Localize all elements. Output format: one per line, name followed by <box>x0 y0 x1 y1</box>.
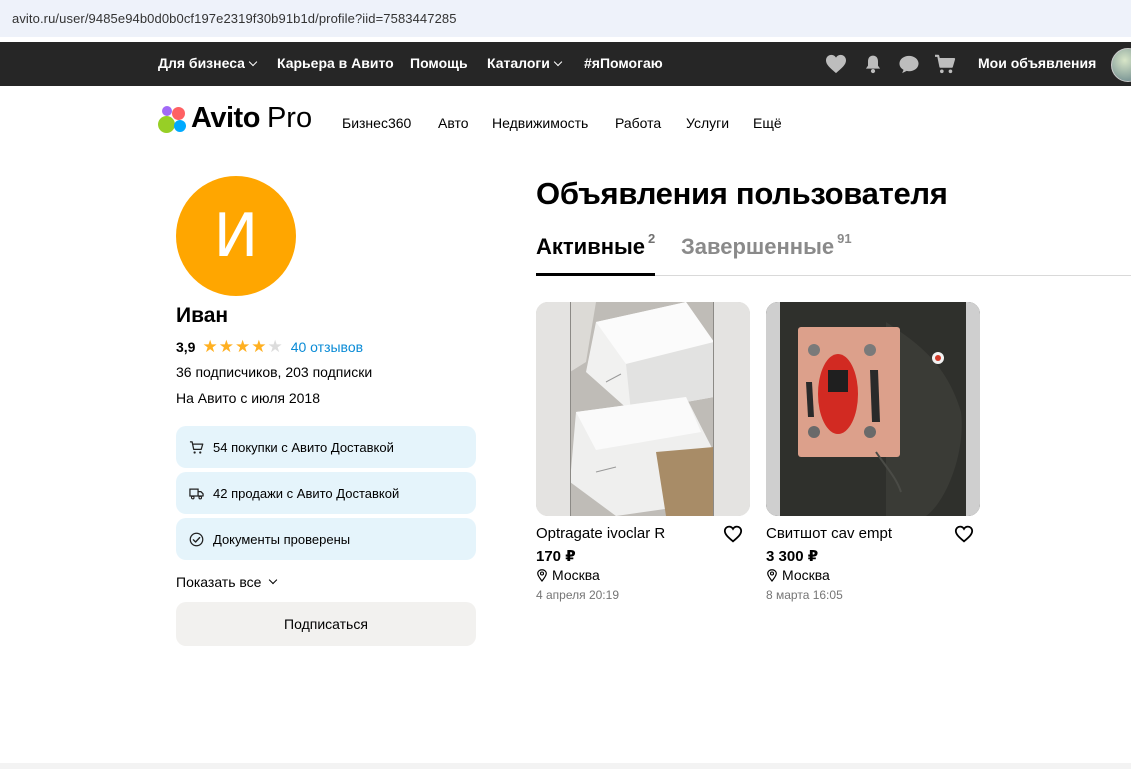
rating-value: 3,9 <box>176 338 196 355</box>
badge-sales[interactable]: 42 продажи с Авито Доставкой <box>176 472 476 514</box>
truck-icon <box>189 488 204 499</box>
topnav-business-label: Для бизнеса <box>158 55 245 71</box>
badge-purchases[interactable]: 54 покупки с Авито Доставкой <box>176 426 476 468</box>
tab-completed[interactable]: Завершенные 91 <box>681 231 852 260</box>
tab-active-count: 2 <box>648 231 656 246</box>
listing-image[interactable] <box>766 302 980 516</box>
listing-title[interactable]: Свитшот cav empt <box>766 525 892 542</box>
tab-completed-label: Завершенные <box>681 234 835 259</box>
listing-title[interactable]: Optragate ivoclar R <box>536 525 665 542</box>
show-all-label: Показать все <box>176 574 262 590</box>
listings-title: Объявления пользователя <box>536 176 948 211</box>
member-since-text: На Авито с июля 2018 <box>176 390 320 406</box>
cart-icon <box>189 440 204 454</box>
badge-documents-text: Документы проверены <box>213 531 351 547</box>
star-filled-icon: ★ <box>234 337 251 356</box>
heart-icon[interactable] <box>825 54 847 74</box>
topnav-ya-pomogayu-label: #яПомогаю <box>584 55 663 71</box>
topnav-business[interactable]: Для бизнеса <box>158 55 258 71</box>
topnav-help-label: Помощь <box>410 55 468 71</box>
listing-price: 170 ₽ <box>536 548 576 565</box>
listing-location: Москва <box>536 567 600 583</box>
chevron-down-icon <box>269 575 278 585</box>
cart-icon[interactable] <box>934 54 956 74</box>
logo-pro-text: Pro <box>266 102 313 134</box>
top-navigation-bar: Для бизнеса Карьера в Авито Помощь Катал… <box>0 42 1131 86</box>
tab-active-label: Активные <box>536 234 646 259</box>
badge-purchases-text: 54 покупки с Авито Доставкой <box>213 439 394 455</box>
subscribe-button[interactable]: Подписаться <box>176 602 476 646</box>
active-tab-indicator <box>536 273 655 276</box>
rating-stars: ★ ★ ★ ★ ★ <box>202 338 282 355</box>
subscribers-text[interactable]: 36 подписчиков, 203 подписки <box>176 364 372 380</box>
catnav-jobs[interactable]: Работа <box>615 115 661 131</box>
profile-avatar: И <box>176 176 296 296</box>
bell-icon[interactable] <box>862 54 884 74</box>
url-text[interactable]: avito.ru/user/9485e94b0d0b0cf197e2319f30… <box>12 11 457 26</box>
listing-image[interactable] <box>536 302 750 516</box>
location-pin-icon <box>767 568 777 582</box>
favorite-heart-icon[interactable] <box>954 525 974 543</box>
listing-date: 4 апреля 20:19 <box>536 588 619 602</box>
topnav-ya-pomogayu[interactable]: #яПомогаю <box>584 55 663 71</box>
topnav-catalogs[interactable]: Каталоги <box>487 55 563 71</box>
chevron-down-icon <box>248 57 258 66</box>
catnav-realty[interactable]: Недвижимость <box>492 115 588 131</box>
tab-active[interactable]: Активные 2 <box>536 231 656 260</box>
listing-location: Москва <box>766 567 830 583</box>
reviews-link[interactable]: 40 отзывов <box>291 339 363 355</box>
star-empty-icon: ★ <box>267 337 283 356</box>
star-filled-icon: ★ <box>251 337 267 356</box>
chat-icon[interactable] <box>898 54 920 74</box>
profile-name: Иван <box>176 304 229 327</box>
chevron-down-icon <box>553 57 563 66</box>
topnav-career-label: Карьера в Авито <box>277 55 394 71</box>
logo-dots-icon <box>157 103 189 135</box>
catnav-services[interactable]: Услуги <box>686 115 729 131</box>
avatar-letter: И <box>213 201 259 271</box>
listing-location-text: Москва <box>782 567 830 583</box>
listing-date: 8 марта 16:05 <box>766 588 843 602</box>
browser-url-bar[interactable]: avito.ru/user/9485e94b0d0b0cf197e2319f30… <box>0 0 1131 37</box>
check-circle-icon <box>189 532 204 546</box>
location-pin-icon <box>537 568 547 582</box>
my-ads-link[interactable]: Мои объявления <box>978 55 1096 71</box>
show-all-toggle[interactable]: Показать все <box>176 574 278 590</box>
catnav-auto[interactable]: Авто <box>438 115 469 131</box>
favorite-heart-icon[interactable] <box>723 525 743 543</box>
listing-price: 3 300 ₽ <box>766 548 819 565</box>
catnav-biznes360[interactable]: Бизнес360 <box>342 115 411 131</box>
badge-documents[interactable]: Документы проверены <box>176 518 476 560</box>
logo-brand-text: Avito <box>191 102 260 134</box>
star-filled-icon: ★ <box>202 337 218 356</box>
star-filled-icon: ★ <box>218 337 234 356</box>
badge-sales-text: 42 продажи с Авито Доставкой <box>213 485 400 501</box>
listing-location-text: Москва <box>552 567 600 583</box>
page-bottom-strip <box>0 763 1131 769</box>
catnav-more[interactable]: Ещё <box>753 115 782 131</box>
topnav-help[interactable]: Помощь <box>410 55 468 71</box>
avito-pro-logo[interactable]: Avito Pro <box>157 102 312 135</box>
tab-completed-count: 91 <box>837 231 852 246</box>
topnav-career[interactable]: Карьера в Авито <box>277 55 394 71</box>
rating-row: 3,9 ★ ★ ★ ★ ★ 40 отзывов <box>176 338 363 355</box>
topnav-catalogs-label: Каталоги <box>487 55 550 71</box>
